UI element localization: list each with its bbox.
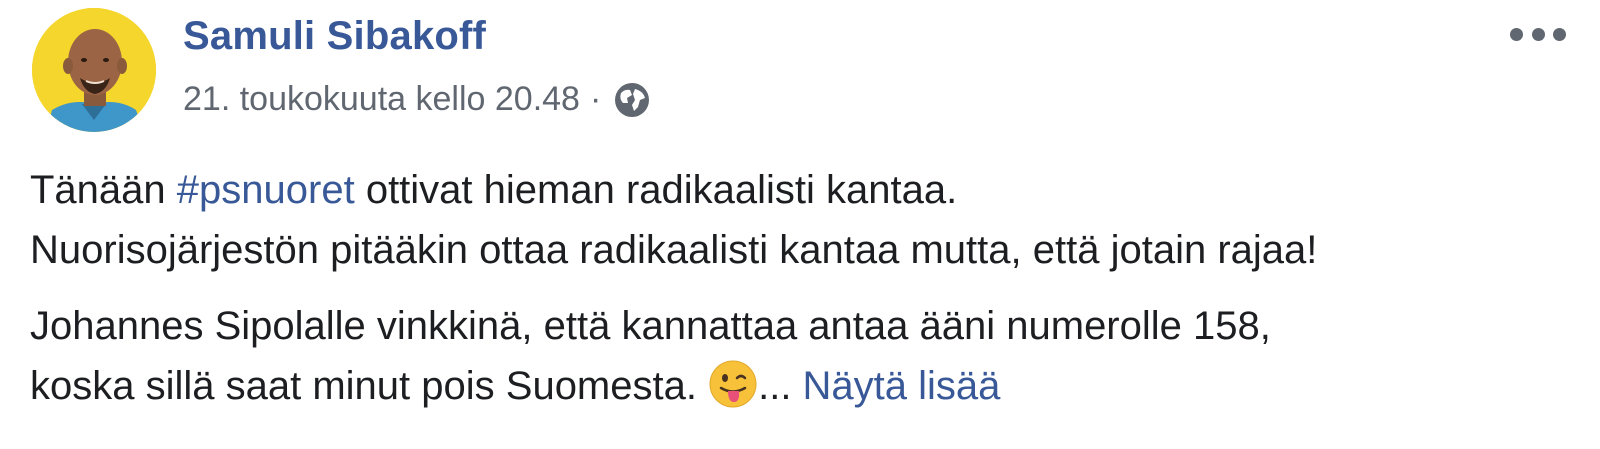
winking-face-with-tongue-icon: [708, 359, 758, 409]
paragraph-1-line-2: Nuorisojärjestön pitääkin ottaa radikaal…: [30, 228, 1318, 272]
post-paragraph-1: Tänään #psnuoret ottivat hieman radikaal…: [30, 160, 1570, 280]
profile-photo-icon: [32, 8, 156, 132]
paragraph-1-prefix: Tänään: [30, 168, 177, 212]
see-more-ellipsis: ...: [758, 364, 803, 408]
author-avatar[interactable]: [32, 8, 156, 132]
more-dot: [1531, 27, 1545, 41]
more-options-icon[interactable]: [1510, 20, 1566, 48]
post-paragraph-2: Johannes Sipolalle vinkkinä, että kannat…: [30, 296, 1570, 416]
hashtag-link[interactable]: #psnuoret: [177, 168, 355, 212]
more-dot: [1553, 27, 1566, 41]
facebook-post: Samuli Sibakoff 21. toukokuuta kello 20.…: [0, 0, 1600, 449]
post-timestamp[interactable]: 21. toukokuuta kello 20.48: [183, 80, 580, 119]
post-meta: 21. toukokuuta kello 20.48 ·: [183, 80, 651, 119]
globe-icon[interactable]: [613, 81, 651, 119]
see-more-link[interactable]: Näytä lisää: [803, 364, 1001, 408]
author-name[interactable]: Samuli Sibakoff: [183, 14, 486, 59]
paragraph-1-suffix: ottivat hieman radikaalisti kantaa.: [354, 168, 958, 212]
paragraph-2-line-1: Johannes Sipolalle vinkkinä, että kannat…: [30, 304, 1271, 348]
more-dot: [1510, 27, 1523, 41]
meta-separator: ·: [589, 80, 602, 118]
paragraph-2-line-2: koska sillä saat minut pois Suomesta.: [30, 364, 709, 408]
post-body: Tänään #psnuoret ottivat hieman radikaal…: [30, 160, 1570, 432]
